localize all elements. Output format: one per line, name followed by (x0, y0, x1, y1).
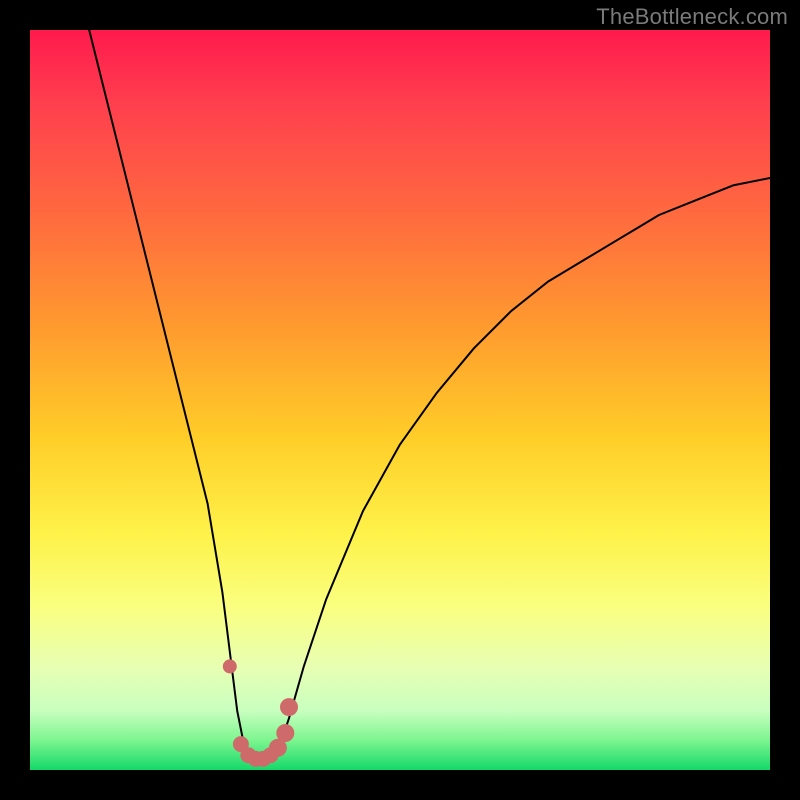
chart-svg (30, 30, 770, 770)
chart-plot-area (30, 30, 770, 770)
bottleneck-curve (89, 30, 770, 763)
highlighted-points (223, 659, 298, 767)
chart-frame: TheBottleneck.com (0, 0, 800, 800)
watermark-text: TheBottleneck.com (596, 4, 788, 30)
